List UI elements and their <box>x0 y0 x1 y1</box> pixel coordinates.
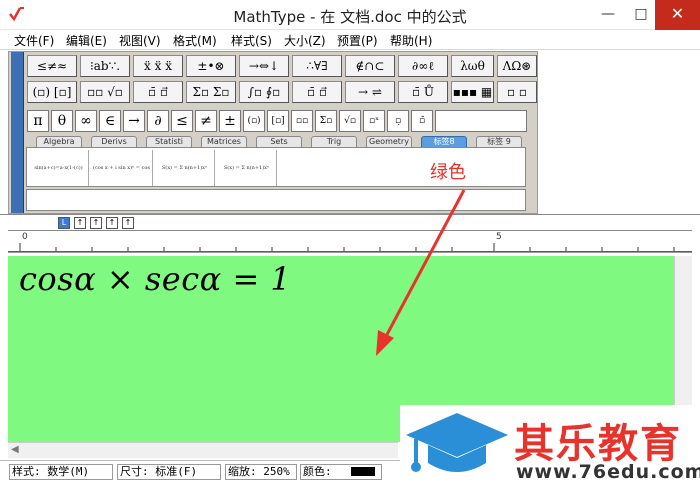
ruler[interactable]: 0 5 <box>8 230 692 253</box>
tab-trig[interactable]: Trig <box>311 136 357 147</box>
tab-geometry[interactable]: Geometry <box>366 136 412 147</box>
subscripts-palette-button[interactable]: ▫̄ ▫⃗ <box>133 81 183 103</box>
ruler-ticks <box>8 243 692 253</box>
template-item[interactable]: sin(a+c)=a·x(1-(c)) <box>29 150 89 186</box>
matrices-palette-button[interactable]: ▪▪▪ ▦ <box>451 81 494 103</box>
superscript-template-button[interactable]: ▫ˣ <box>363 110 385 132</box>
left-align-button[interactable]: L <box>58 217 70 229</box>
tab-sets[interactable]: Sets <box>256 136 302 147</box>
parentheses-template-button[interactable]: (▫) <box>243 110 265 132</box>
toolbar-blank-area <box>538 51 692 214</box>
menu-bar: 文件(F) 编辑(E) 视图(V) 格式(M) 样式(S) 大小(Z) 预置(P… <box>0 30 700 50</box>
template-panel-empty-row <box>26 189 526 211</box>
less-equal-symbol-button[interactable]: ≤ <box>171 110 193 132</box>
equation-text[interactable]: cosα × secα = 1 <box>19 260 291 298</box>
menu-file[interactable]: 文件(F) <box>14 32 54 49</box>
sets-palette-button[interactable]: ∉∩⊂ <box>345 55 395 77</box>
menu-view[interactable]: 视图(V) <box>119 32 161 49</box>
template-item[interactable]: S(x) = Σ n(n+1)xⁿ <box>217 150 277 186</box>
minimize-button[interactable]: — <box>592 0 624 30</box>
radical-template-button[interactable]: √▫ <box>339 110 361 132</box>
spaces-palette-button[interactable]: ⁝ab∵. <box>80 55 130 77</box>
greek-lower-palette-button[interactable]: λωθ <box>451 55 494 77</box>
nudge-button-4[interactable]: ↑ <box>122 217 134 229</box>
operators-palette-button[interactable]: ±•⊗ <box>186 55 236 77</box>
infinity-symbol-button[interactable]: ∞ <box>75 110 97 132</box>
close-button[interactable]: ✕ <box>655 0 700 30</box>
subscript-template-button[interactable]: ▫̣ <box>387 110 409 132</box>
products-palette-button[interactable]: ▫̄ Ů <box>398 81 448 103</box>
graduation-cap-logo-icon <box>406 413 508 472</box>
relations-palette-button[interactable]: ≤≠≈ <box>27 55 77 77</box>
tab-algebra[interactable]: Algebra <box>36 136 82 147</box>
template-item[interactable]: (cos x + i sin x)ⁿ = cos <box>91 150 153 186</box>
bars-palette-button[interactable]: ▫̄ ▫⃗ <box>292 81 342 103</box>
status-style[interactable]: 样式: 数学(M) <box>9 464 113 480</box>
status-size[interactable]: 尺寸: 标准(F) <box>117 464 221 480</box>
element-of-symbol-button[interactable]: ∈ <box>99 110 121 132</box>
menu-help[interactable]: 帮助(H) <box>390 32 432 49</box>
template-item[interactable]: S(x) = Σ n(n+1)xⁿ <box>155 150 215 186</box>
tab-matrices[interactable]: Matrices <box>201 136 247 147</box>
embellishments-palette-button[interactable]: ẍ ẍ ẍ <box>133 55 183 77</box>
tab-statistics[interactable]: Statisti <box>146 136 192 147</box>
right-arrow-symbol-button[interactable]: → <box>123 110 145 132</box>
labeled-arrows-palette-button[interactable]: → ⇌ <box>345 81 395 103</box>
title-bar: MathType - 在 文档.doc 中的公式 — □ ✕ <box>0 0 700 30</box>
menu-preferences[interactable]: 预置(P) <box>337 32 378 49</box>
scroll-left-icon[interactable]: ◀ <box>11 444 19 455</box>
pi-symbol-button[interactable]: π <box>27 110 49 132</box>
ruler-label-5: 5 <box>496 232 502 242</box>
color-swatch <box>351 467 375 476</box>
horizontal-scrollbar[interactable]: ◀ <box>8 442 398 458</box>
not-equal-symbol-button[interactable]: ≠ <box>195 110 217 132</box>
nudge-button-2[interactable]: ↑ <box>90 217 102 229</box>
summation-template-button[interactable]: Σ▫ <box>315 110 337 132</box>
integrals-palette-button[interactable]: ∫▫ ∮▫ <box>239 81 289 103</box>
partial-symbol-button[interactable]: ∂ <box>147 110 169 132</box>
brackets-template-button[interactable]: [▫] <box>267 110 289 132</box>
fraction-template-button[interactable]: ▫▫ <box>291 110 313 132</box>
misc-palette-button[interactable]: ∂∞ℓ <box>398 55 448 77</box>
menu-size[interactable]: 大小(Z) <box>284 32 326 49</box>
boxes-palette-button[interactable]: ▫ ▫ <box>497 81 537 103</box>
status-zoom[interactable]: 缩放: 250% <box>225 464 297 480</box>
watermark: 其乐教育 www.76edu.com <box>400 405 700 486</box>
overbar-template-button[interactable]: ▫̄ <box>411 110 433 132</box>
annotation-label: 绿色 <box>430 162 466 183</box>
maximize-button[interactable]: □ <box>625 0 657 30</box>
arrows-palette-button[interactable]: →⇔↓ <box>239 55 289 77</box>
toolbar-grip[interactable] <box>11 52 24 213</box>
ruler-label-0: 0 <box>22 232 28 242</box>
fractions-palette-button[interactable]: ▫▫ √▫ <box>80 81 130 103</box>
plus-minus-symbol-button[interactable]: ± <box>219 110 241 132</box>
tab-label-9[interactable]: 标签 9 <box>476 136 522 147</box>
menu-style[interactable]: 样式(S) <box>231 32 272 49</box>
tab-derivs[interactable]: Derivs <box>91 136 137 147</box>
theta-symbol-button[interactable]: θ <box>51 110 73 132</box>
nudge-bar: L ↑ ↑ ↑ ↑ <box>0 214 700 230</box>
nudge-up-button[interactable]: ↑ <box>74 217 86 229</box>
nudge-button-3[interactable]: ↑ <box>106 217 118 229</box>
empty-symbol-slot <box>435 110 527 132</box>
menu-format[interactable]: 格式(M) <box>173 32 217 49</box>
tab-label-8[interactable]: 标签8 <box>421 136 467 147</box>
logic-palette-button[interactable]: ∴∀∃ <box>292 55 342 77</box>
symbol-toolbar: ≤≠≈ ⁝ab∵. ẍ ẍ ẍ ±•⊗ →⇔↓ ∴∀∃ ∉∩⊂ ∂∞ℓ λωθ … <box>8 51 538 214</box>
menu-edit[interactable]: 编辑(E) <box>66 32 107 49</box>
greek-upper-palette-button[interactable]: ΛΩ⊛ <box>497 55 537 77</box>
summation-palette-button[interactable]: Σ▫ Σ▫ <box>186 81 236 103</box>
fences-palette-button[interactable]: (▫) [▫] <box>27 81 77 103</box>
brand-url: www.76edu.com <box>516 461 700 483</box>
